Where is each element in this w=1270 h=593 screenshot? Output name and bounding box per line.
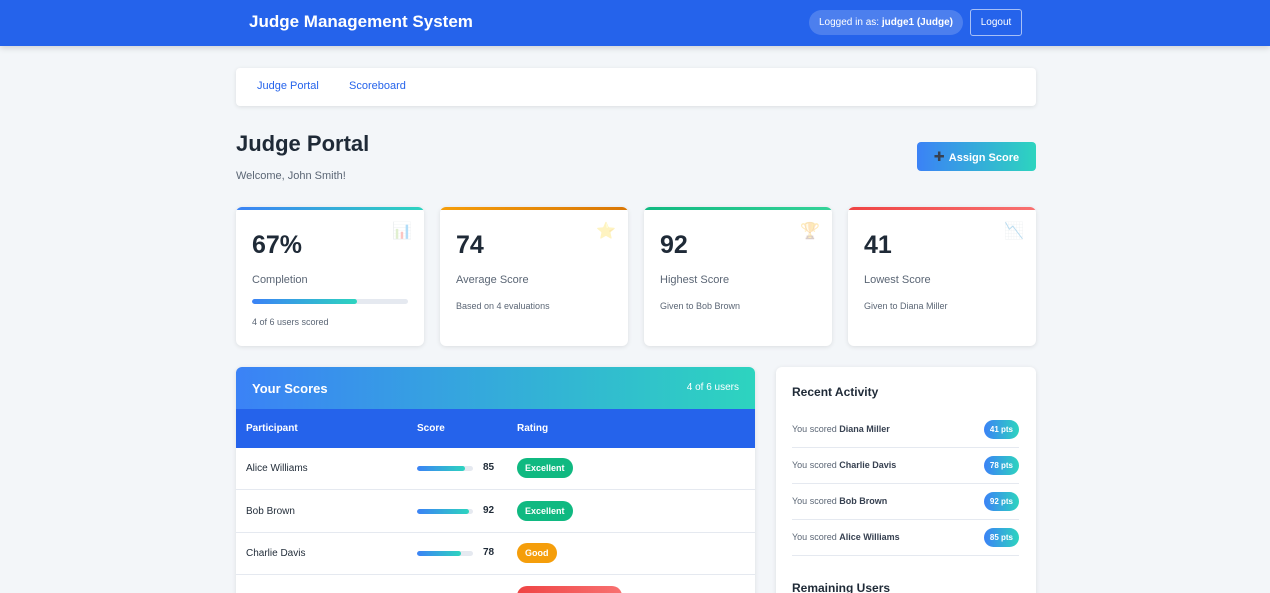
stat-sub: Based on 4 evaluations — [456, 301, 550, 311]
activity-user: Bob Brown — [839, 496, 888, 506]
stat-card-lowest: 📉 41 Lowest Score Given to Diana Miller — [848, 207, 1036, 346]
score-value: 92 — [483, 505, 495, 516]
score-bar — [417, 466, 473, 471]
column-header-rating: Rating — [517, 423, 549, 434]
stat-label: Lowest Score — [864, 274, 931, 286]
completion-progress — [252, 299, 408, 304]
scores-panel: Your Scores 4 of 6 users Participant Sco… — [236, 367, 755, 593]
remaining-users-title: Remaining Users — [792, 581, 891, 593]
logged-in-user: judge1 (Judge) — [881, 17, 953, 28]
logged-in-prefix: Logged in as: — [819, 17, 880, 28]
page-title: Judge Portal — [236, 131, 370, 156]
activity-text: You scored Charlie Davis — [792, 460, 896, 470]
participant-name: Bob Brown — [246, 506, 295, 517]
recent-activity-title: Recent Activity — [792, 385, 879, 399]
nav-scoreboard[interactable]: Scoreboard — [349, 80, 406, 92]
score-bar — [417, 551, 473, 556]
stat-value: 92 — [660, 231, 688, 259]
top-bar: Judge Management System Logged in as: ju… — [0, 0, 1270, 46]
stat-label: Completion — [252, 274, 308, 286]
scores-count: 4 of 6 users — [686, 382, 739, 393]
scores-title: Your Scores — [252, 381, 328, 396]
activity-text: You scored Diana Miller — [792, 424, 890, 434]
trophy-icon: 🏆 — [800, 223, 820, 240]
nav-bar: Judge Portal Scoreboard — [236, 68, 1036, 106]
table-row: Bob Brown 92 Excellent — [236, 491, 755, 533]
activity-user: Diana Miller — [839, 424, 890, 434]
activity-item: You scored Bob Brown 92 pts — [792, 484, 1019, 520]
card-accent-bar — [440, 207, 628, 210]
activity-text: You scored Bob Brown — [792, 496, 887, 506]
card-accent-bar — [848, 207, 1036, 210]
score-bar-fill — [417, 466, 465, 471]
stat-sub: Given to Diana Miller — [864, 301, 948, 311]
score-bar — [417, 509, 473, 514]
stat-value: 74 — [456, 231, 484, 259]
column-header-participant: Participant — [246, 423, 298, 434]
table-row: Alice Williams 85 Excellent — [236, 448, 755, 490]
assign-score-button[interactable]: ✚ Assign Score — [917, 142, 1036, 171]
rating-badge: Good — [517, 543, 557, 563]
card-accent-bar — [644, 207, 832, 210]
points-badge: 92 pts — [983, 492, 1019, 511]
activity-user: Alice Williams — [839, 532, 900, 542]
stat-card-average: ⭐ 74 Average Score Based on 4 evaluation… — [440, 207, 628, 346]
activity-text: You scored Alice Williams — [792, 532, 900, 542]
activity-prefix: You scored — [792, 460, 837, 470]
welcome-text: Welcome, John Smith! — [236, 170, 346, 182]
points-badge: 78 pts — [983, 456, 1019, 475]
score-bar-fill — [417, 509, 469, 514]
bar-chart-icon: 📊 — [392, 223, 412, 240]
stat-label: Average Score — [456, 274, 529, 286]
stat-card-highest: 🏆 92 Highest Score Given to Bob Brown — [644, 207, 832, 346]
stat-value: 41 — [864, 231, 892, 259]
stat-card-completion: 📊 67% Completion 4 of 6 users scored — [236, 207, 424, 346]
activity-item: You scored Charlie Davis 78 pts — [792, 448, 1019, 484]
activity-user: Charlie Davis — [839, 460, 897, 470]
trend-down-icon: 📉 — [1004, 223, 1024, 240]
points-badge: 85 pts — [983, 528, 1019, 547]
user-badge: Logged in as: judge1 (Judge) — [809, 10, 963, 35]
activity-prefix: You scored — [792, 496, 837, 506]
points-badge: 41 pts — [983, 420, 1019, 439]
activity-item: You scored Diana Miller 41 pts — [792, 412, 1019, 448]
table-row: Charlie Davis 78 Good — [236, 533, 755, 575]
completion-progress-fill — [252, 299, 357, 304]
recent-activity-panel: Recent Activity You scored Diana Miller … — [776, 367, 1036, 593]
rating-badge: Excellent — [517, 501, 573, 521]
card-accent-bar — [236, 207, 424, 210]
participant-name: Alice Williams — [246, 463, 308, 474]
score-value: 85 — [483, 462, 495, 473]
star-icon: ⭐ — [596, 223, 616, 240]
table-row — [236, 575, 755, 593]
participant-name: Charlie Davis — [246, 548, 306, 559]
stat-sub: Given to Bob Brown — [660, 301, 741, 311]
scores-header: Your Scores 4 of 6 users — [236, 367, 755, 409]
stat-value: 67% — [252, 231, 303, 259]
nav-judge-portal[interactable]: Judge Portal — [257, 80, 319, 92]
logout-button[interactable]: Logout — [970, 9, 1022, 36]
stat-label: Highest Score — [660, 274, 730, 286]
table-header: Participant Score Rating — [236, 409, 755, 448]
stat-sub: 4 of 6 users scored — [252, 317, 329, 327]
activity-prefix: You scored — [792, 532, 837, 542]
activity-prefix: You scored — [792, 424, 837, 434]
rating-badge: Excellent — [517, 458, 573, 478]
assign-score-label: Assign Score — [948, 152, 1020, 164]
score-bar-fill — [417, 551, 461, 556]
score-value: 78 — [483, 547, 495, 558]
column-header-score: Score — [417, 423, 445, 434]
activity-item: You scored Alice Williams 85 pts — [792, 520, 1019, 556]
rating-badge — [517, 586, 622, 593]
app-title: Judge Management System — [249, 12, 473, 31]
plus-icon: ✚ — [933, 149, 945, 164]
